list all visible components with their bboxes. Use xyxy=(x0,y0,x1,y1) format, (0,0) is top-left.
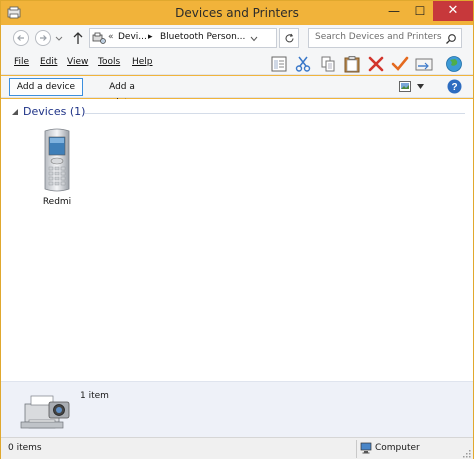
breadcrumb-devices[interactable]: Devi... xyxy=(118,32,147,42)
svg-text:?: ? xyxy=(451,82,457,93)
menu-file[interactable]: File xyxy=(14,57,29,67)
add-printer-button[interactable]: Add a printer xyxy=(89,78,155,108)
devices-group-header[interactable]: Devices (1) xyxy=(23,105,85,118)
menu-tools[interactable]: Tools xyxy=(98,57,120,67)
details-pane: 1 item xyxy=(1,381,473,437)
explorer-window: Devices and Printers — ☐ ✕ « Devi... ▸ B… xyxy=(0,0,474,459)
search-placeholder[interactable]: Search Devices and Printers xyxy=(315,32,442,42)
group-collapse-triangle-icon[interactable] xyxy=(12,109,18,115)
navigation-bar: « Devi... ▸ Bluetooth Person... Search D… xyxy=(1,25,473,51)
details-item-count: 1 item xyxy=(80,391,109,401)
back-button[interactable] xyxy=(13,30,29,46)
refresh-button[interactable] xyxy=(279,28,299,48)
copy-icon[interactable] xyxy=(319,55,337,73)
menu-edit[interactable]: Edit xyxy=(40,57,57,67)
forward-button[interactable] xyxy=(35,30,51,46)
address-overflow-chevron[interactable]: « xyxy=(108,32,114,42)
printer-camera-icon xyxy=(20,395,70,429)
device-item-redmi[interactable]: Redmi xyxy=(29,125,85,211)
breadcrumb-separator-arrow[interactable]: ▸ xyxy=(148,32,153,42)
navigation-bar-inner: « Devi... ▸ Bluetooth Person... Search D… xyxy=(1,25,473,51)
maximize-button[interactable]: ☐ xyxy=(407,1,433,21)
search-field[interactable]: Search Devices and Printers xyxy=(308,28,462,48)
menu-help[interactable]: Help xyxy=(132,57,153,67)
status-divider xyxy=(356,440,357,458)
devices-folder-icon xyxy=(92,32,106,44)
paste-icon[interactable] xyxy=(343,55,361,73)
up-arrow-icon[interactable] xyxy=(71,30,85,46)
address-history-chevron-down-icon[interactable] xyxy=(250,36,258,42)
resize-grip-icon[interactable] xyxy=(461,448,471,458)
menu-file-label: File xyxy=(14,57,30,67)
breadcrumb-bluetooth-personal[interactable]: Bluetooth Person... xyxy=(160,32,245,42)
group-header-divider xyxy=(85,113,465,114)
globe-icon[interactable] xyxy=(445,55,463,73)
view-options-chevron-down-icon[interactable] xyxy=(417,84,424,89)
mobile-phone-icon xyxy=(44,128,70,192)
menu-edit-label: Edit xyxy=(40,57,58,67)
devices-content-area[interactable]: Devices (1) Redmi xyxy=(1,99,473,381)
title-bar[interactable]: Devices and Printers — ☐ ✕ xyxy=(1,1,473,25)
refresh-icon xyxy=(285,33,294,43)
properties-icon[interactable] xyxy=(270,55,288,73)
add-device-button[interactable]: Add a device xyxy=(9,78,83,96)
arrow-right-icon xyxy=(40,35,47,41)
close-button[interactable]: ✕ xyxy=(433,1,473,21)
email-icon[interactable] xyxy=(415,55,433,73)
checkmark-icon[interactable] xyxy=(391,55,409,73)
menu-tools-label: Tools xyxy=(98,57,121,67)
minimize-button[interactable]: — xyxy=(381,1,407,21)
command-bar: Add a device Add a printer ? xyxy=(1,76,473,108)
menu-bar: File Edit View Tools Help xyxy=(1,51,473,75)
menu-view-label: View xyxy=(67,57,89,67)
search-icon[interactable] xyxy=(445,33,457,45)
status-item-count: 0 items xyxy=(8,443,42,453)
help-icon[interactable]: ? xyxy=(447,79,462,94)
menu-view[interactable]: View xyxy=(67,57,88,67)
computer-icon xyxy=(360,442,372,454)
address-bar[interactable]: « Devi... ▸ Bluetooth Person... xyxy=(89,28,277,48)
status-bar: 0 items Computer xyxy=(1,437,473,459)
menu-help-label: Help xyxy=(132,57,153,67)
status-location: Computer xyxy=(375,443,420,453)
arrow-left-icon xyxy=(17,35,24,41)
recent-locations-chevron-down-icon[interactable] xyxy=(55,34,63,42)
change-view-icon[interactable] xyxy=(399,81,411,92)
delete-icon[interactable] xyxy=(367,55,385,73)
device-label-redmi: Redmi xyxy=(42,197,72,207)
cut-icon[interactable] xyxy=(294,55,312,73)
